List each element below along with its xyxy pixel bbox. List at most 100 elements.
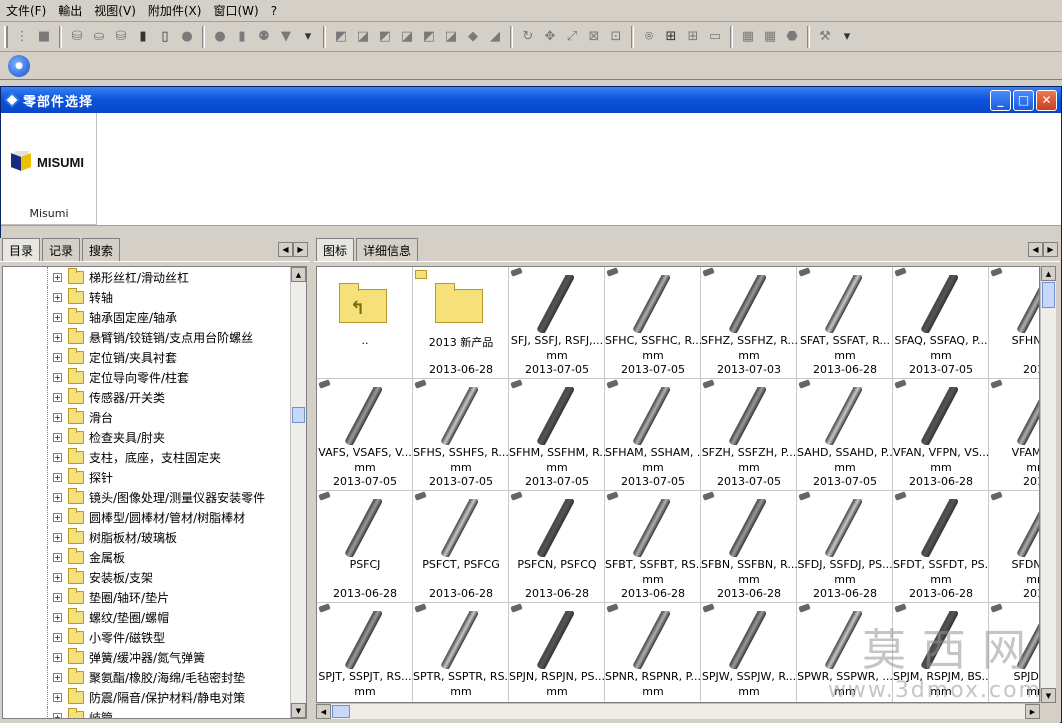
part-card[interactable]: VFAM, VF mm2013	[989, 379, 1039, 491]
part-card[interactable]: SPJM, RSPJM, BS... mm	[893, 603, 989, 702]
tree-view-icon[interactable]: ⊞	[661, 27, 681, 47]
menu-view[interactable]: 视图(V)	[88, 1, 142, 21]
view-bottom-icon[interactable]: ◪	[441, 27, 461, 47]
expand-icon[interactable]: +	[53, 532, 62, 542]
part-card[interactable]: SFHN, SS 2013	[989, 267, 1039, 379]
toolbar-grip[interactable]	[4, 25, 8, 48]
expand-icon[interactable]: +	[53, 332, 62, 342]
part-card[interactable]: SFHAM, SSHAM, ... mm 2013-07-05	[605, 379, 701, 491]
cylinder-flat-icon[interactable]: ⛁	[111, 27, 131, 47]
part-card[interactable]: SFDT, SSFDT, PS... mm 2013-06-28	[893, 491, 989, 603]
expand-icon[interactable]: +	[53, 392, 62, 402]
tools-dropdown-icon[interactable]: ▾	[837, 27, 857, 47]
part-card[interactable]: SPJT, SSPJT, RS... mm	[317, 603, 413, 702]
stop-square-icon[interactable]: ■	[34, 27, 54, 47]
part-card[interactable]: PSFCJ 2013-06-28	[317, 491, 413, 603]
part-card[interactable]: SPNR, RSPNR, P... mm	[605, 603, 701, 702]
tree-item[interactable]: + 树脂板材/玻璃板	[3, 527, 306, 547]
tab-search[interactable]: 搜索	[82, 238, 121, 261]
part-card[interactable]: ↰..	[317, 267, 413, 379]
view-front-icon[interactable]: ◩	[331, 27, 351, 47]
scroll-down-icon[interactable]: ▼	[291, 703, 306, 718]
expand-icon[interactable]: +	[53, 572, 62, 582]
view-right-icon[interactable]: ◪	[397, 27, 417, 47]
tree-item[interactable]: + 安装板/支架	[3, 567, 306, 587]
part-card[interactable]: SPJD, RS mm	[989, 603, 1039, 702]
part-card[interactable]: PSFCT, PSFCG 2013-06-28	[413, 491, 509, 603]
cylinder-outline-icon[interactable]: ⛀	[89, 27, 109, 47]
expand-icon[interactable]: +	[53, 652, 62, 662]
tab-history[interactable]: 记录	[42, 238, 81, 261]
grid-hscroll-thumb[interactable]	[332, 705, 350, 718]
window-titlebar[interactable]: 零部件选择 _ □ ✕	[1, 87, 1061, 113]
menu-file[interactable]: 文件(F)	[0, 1, 52, 21]
view-top-icon[interactable]: ◩	[419, 27, 439, 47]
minimize-button[interactable]: _	[990, 89, 1011, 111]
grid-detail-icon[interactable]: ▦	[760, 27, 780, 47]
part-card[interactable]: SFAQ, SSFAQ, P... mm 2013-07-05	[893, 267, 989, 379]
cylinder-solid-icon[interactable]: ▮	[133, 27, 153, 47]
expand-icon[interactable]: +	[53, 432, 62, 442]
tree-item[interactable]: + 防震/隔音/保护材料/静电对策	[3, 687, 306, 707]
tree-item[interactable]: + 弹簧/缓冲器/氮气弹簧	[3, 647, 306, 667]
scroll-left-icon[interactable]: ◀	[316, 704, 331, 719]
tab-scroll-left-icon[interactable]: ◀	[278, 242, 293, 257]
part-card[interactable]: SFZH, SSFZH, P... mm 2013-07-05	[701, 379, 797, 491]
grid-vscroll-thumb[interactable]	[1042, 282, 1055, 308]
scroll-up-icon[interactable]: ▲	[1041, 266, 1056, 281]
tree-item[interactable]: + 转轴	[3, 287, 306, 307]
tree-item[interactable]: + 轴承固定座/轴承	[3, 307, 306, 327]
tab-catalog[interactable]: 目录	[2, 238, 41, 261]
tree-item[interactable]: + 滑台	[3, 407, 306, 427]
expand-icon[interactable]: +	[53, 452, 62, 462]
expand-icon[interactable]: +	[53, 692, 62, 702]
part-card[interactable]: SFHM, SSFHM, R... mm 2013-07-05	[509, 379, 605, 491]
tab-scroll-right-icon[interactable]: ▶	[293, 242, 308, 257]
tab-details[interactable]: 详细信息	[356, 238, 419, 261]
tree-item[interactable]: + 小零件/磁铁型	[3, 627, 306, 647]
expand-icon[interactable]: +	[53, 412, 62, 422]
scroll-down-icon[interactable]: ▼	[1041, 688, 1056, 703]
tree-item[interactable]: + 螺纹/垫圈/螺帽	[3, 607, 306, 627]
part-card[interactable]: SFHZ, SSFHZ, R... mm 2013-07-03	[701, 267, 797, 379]
render-mode-icon[interactable]: ⚉	[254, 27, 274, 47]
maximize-button[interactable]: □	[1013, 89, 1034, 111]
expand-icon[interactable]: +	[53, 292, 62, 302]
menu-addons[interactable]: 附加件(X)	[142, 1, 208, 21]
tab-icons[interactable]: 图标	[316, 238, 355, 261]
render-icon[interactable]: ●	[210, 27, 230, 47]
dropdown-small-icon[interactable]: ▾	[298, 27, 318, 47]
expand-icon[interactable]: +	[53, 712, 62, 718]
tree-item[interactable]: + 传感器/开关类	[3, 387, 306, 407]
part-card[interactable]: 2013 新产品 2013-06-28	[413, 267, 509, 379]
scroll-up-icon[interactable]: ▲	[291, 267, 306, 282]
menu-export[interactable]: 輸出	[52, 1, 88, 21]
grid-hscrollbar[interactable]: ◀ ▶	[316, 703, 1040, 719]
part-card[interactable]: PSFCN, PSFCQ 2013-06-28	[509, 491, 605, 603]
app-globe-icon[interactable]: ●	[8, 54, 30, 77]
grid-icon[interactable]: ▦	[738, 27, 758, 47]
tree-item[interactable]: + 垫圈/轴环/垫片	[3, 587, 306, 607]
cylinder-shaded-icon[interactable]: ●	[177, 27, 197, 47]
tab-scroll-right-icon[interactable]: ▶	[1043, 242, 1058, 257]
zoom-fit-icon[interactable]: ⤢	[562, 27, 582, 47]
expand-icon[interactable]: +	[53, 672, 62, 682]
part-card[interactable]: SFHS, SSHFS, R... mm 2013-07-05	[413, 379, 509, 491]
tree-item[interactable]: + 圆棒型/圆棒材/管材/树脂棒材	[3, 507, 306, 527]
expand-icon[interactable]: +	[53, 592, 62, 602]
view-iso2-icon[interactable]: ◢	[485, 27, 505, 47]
tree-item[interactable]: + 镜头/图像处理/测量仪器安装零件	[3, 487, 306, 507]
part-card[interactable]: SAHD, SSAHD, P... mm 2013-07-05	[797, 379, 893, 491]
part-card[interactable]: VFAN, VFPN, VS... mm 2013-06-28	[893, 379, 989, 491]
expand-icon[interactable]: +	[53, 312, 62, 322]
dropdown-arrow-icon[interactable]: ▼	[276, 27, 296, 47]
part-card[interactable]: SPJW, SSPJW, R... mm	[701, 603, 797, 702]
view-left-icon[interactable]: ◩	[375, 27, 395, 47]
stop-icon[interactable]: ⬣	[782, 27, 802, 47]
part-card[interactable]: SPJN, RSPJN, PS... mm	[509, 603, 605, 702]
tree-item[interactable]: + 聚氨酯/橡胶/海绵/毛毡密封垫	[3, 667, 306, 687]
expand-icon[interactable]: +	[53, 512, 62, 522]
part-card[interactable]: SFDJ, SSFDJ, PS... mm 2013-06-28	[797, 491, 893, 603]
part-card[interactable]: SFAT, SSFAT, R... mm 2013-06-28	[797, 267, 893, 379]
render-wire-icon[interactable]: ▮	[232, 27, 252, 47]
